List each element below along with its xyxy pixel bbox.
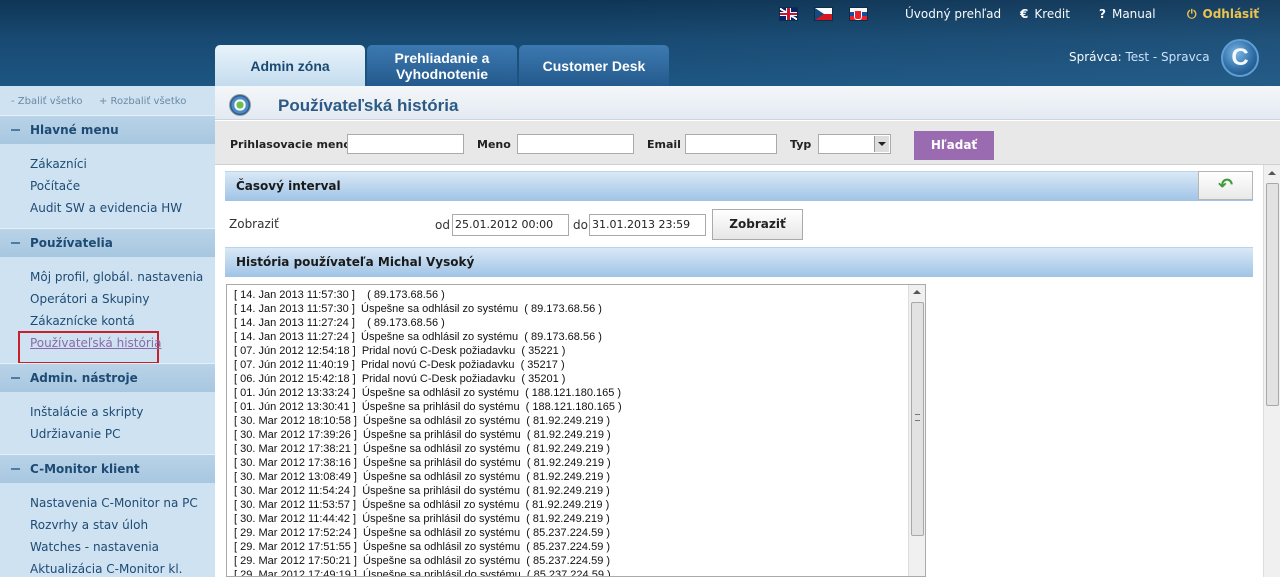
history-log-line: [ 14. Jan 2013 11:57:30 ] Úspešne sa odh… <box>234 303 602 315</box>
credit-link[interactable]: € Kredit <box>1020 7 1070 21</box>
sidebar-section-main-menu[interactable]: Hlavné menu <box>0 115 215 144</box>
home-overview-link[interactable]: Úvodný prehľad <box>905 7 1001 21</box>
type-label: Typ <box>790 138 812 151</box>
uk-flag-icon[interactable] <box>779 7 798 21</box>
sidebar-item-customer-accounts[interactable]: Zákaznícke kontá <box>30 314 135 328</box>
name-label: Meno <box>477 138 511 151</box>
date-from-input[interactable]: 25.01.2012 00:00 <box>452 214 569 236</box>
login-label: Prihlasovacie meno <box>230 138 351 151</box>
credit-label: Kredit <box>1034 7 1070 21</box>
time-interval-section: Časový interval <box>225 171 1253 201</box>
email-input[interactable] <box>685 134 777 154</box>
euro-icon: € <box>1020 7 1029 21</box>
login-input[interactable] <box>347 134 464 154</box>
history-log-line: [ 14. Jan 2013 11:57:30 ] ( 89.173.68.56… <box>234 289 445 301</box>
page-scrollbar[interactable] <box>1263 165 1280 577</box>
manual-label: Manual <box>1111 7 1156 21</box>
history-log-line: [ 30. Mar 2012 17:38:16 ] Úspešne sa pri… <box>234 457 611 469</box>
power-icon: ⏻ <box>1187 7 1197 21</box>
sidebar-item-computers[interactable]: Počítače <box>30 179 80 193</box>
sk-flag-icon[interactable] <box>849 7 868 21</box>
history-log-line: [ 14. Jan 2013 11:27:24 ] ( 89.173.68.56… <box>234 317 445 329</box>
main-content: Časový interval ↶ Zobraziť od 25.01.2012… <box>215 165 1280 577</box>
history-log-box[interactable]: [ 14. Jan 2013 11:57:30 ] ( 89.173.68.56… <box>226 284 926 577</box>
history-log-line: [ 30. Mar 2012 17:38:21 ] Úspešne sa odh… <box>234 443 611 455</box>
admin-user-label: Správca: Test - Spravca <box>1069 50 1210 64</box>
sidebar-section-admin-tools[interactable]: Admin. nástroje <box>0 363 215 392</box>
date-to-input[interactable]: 31.01.2013 23:59 <box>589 214 706 236</box>
page-header: Používateľská história <box>215 86 1280 120</box>
sidebar-section-cmonitor[interactable]: C-Monitor klient <box>0 454 215 483</box>
to-label: do <box>573 218 588 232</box>
sidebar-item-schedules[interactable]: Rozvrhy a stav úloh <box>30 518 148 532</box>
history-log-line: [ 30. Mar 2012 13:08:49 ] Úspešne sa odh… <box>234 471 611 483</box>
show-label: Zobraziť <box>229 217 279 231</box>
history-icon <box>229 94 251 116</box>
history-log-line: [ 30. Mar 2012 11:54:24 ] Úspešne sa pri… <box>234 485 610 497</box>
filter-bar: Prihlasovacie meno Meno Email Typ Hľadať <box>215 121 1280 165</box>
history-log-line: [ 29. Mar 2012 17:51:55 ] Úspešne sa odh… <box>234 541 611 553</box>
grip-icon <box>915 414 920 421</box>
sidebar-section-users[interactable]: Používatelia <box>0 228 215 257</box>
search-button[interactable]: Hľadať <box>914 131 994 160</box>
history-log-line: [ 30. Mar 2012 18:10:58 ] Úspešne sa odh… <box>234 415 611 427</box>
history-log-line: [ 29. Mar 2012 17:49:19 ] Úspešne sa pri… <box>234 569 611 577</box>
cz-flag-icon[interactable] <box>814 7 833 21</box>
top-header: Úvodný prehľad € Kredit ? Manual ⏻ Odhlásiť… <box>0 0 1280 86</box>
collapse-all-link[interactable]: - Zbaliť všetko <box>11 96 83 107</box>
history-log-line: [ 07. Jún 2012 12:54:18 ] Pridal novú C-… <box>234 345 566 357</box>
log-scroll-thumb[interactable] <box>911 302 924 536</box>
history-log-line: [ 06. Jún 2012 15:42:18 ] Pridal novú C-… <box>234 373 566 385</box>
history-log-line: [ 30. Mar 2012 11:44:42 ] Úspešne sa pri… <box>234 513 610 525</box>
sidebar-item-audit[interactable]: Audit SW a evidencia HW <box>30 201 182 215</box>
sidebar-item-profile[interactable]: Môj profil, globál. nastavenia <box>30 270 203 284</box>
page-scroll-thumb[interactable] <box>1266 183 1279 406</box>
show-button[interactable]: Zobraziť <box>712 209 803 240</box>
undo-arrow-icon: ↶ <box>1217 175 1234 196</box>
type-select[interactable] <box>818 134 891 154</box>
logout-label: Odhlásiť <box>1202 7 1260 21</box>
sidebar-item-operators[interactable]: Operátori a Skupiny <box>30 292 150 306</box>
history-log-line: [ 01. Jún 2012 13:33:24 ] Úspešne sa odh… <box>234 387 622 399</box>
sidebar-item-user-history[interactable]: Používateľská história <box>30 336 161 350</box>
sidebar-item-cmonitor-update[interactable]: Aktualizácia C-Monitor kl. <box>30 562 182 576</box>
sidebar-item-cmonitor-settings[interactable]: Nastavenia C-Monitor na PC <box>30 496 198 510</box>
history-log-lines: [ 14. Jan 2013 11:57:30 ] ( 89.173.68.56… <box>234 288 622 577</box>
scroll-up-icon[interactable] <box>1268 171 1276 175</box>
company-logo: C <box>1221 39 1259 77</box>
sidebar-item-watches[interactable]: Watches - nastavenia <box>30 540 159 554</box>
sidebar: - Zbaliť všetko + Rozbaliť všetko Hlavné… <box>0 86 215 577</box>
sidebar-item-installations[interactable]: Inštalácie a skripty <box>30 405 143 419</box>
log-scrollbar[interactable] <box>908 285 925 576</box>
admin-name[interactable]: Test - Spravca <box>1125 50 1209 64</box>
name-input[interactable] <box>517 134 634 154</box>
from-label: od <box>435 218 450 232</box>
sidebar-item-pc-maintenance[interactable]: Udržiavanie PC <box>30 427 121 441</box>
history-log-line: [ 14. Jan 2013 11:27:24 ] Úspešne sa odh… <box>234 331 602 343</box>
logout-link[interactable]: ⏻ Odhlásiť <box>1187 7 1259 22</box>
history-log-line: [ 30. Mar 2012 17:39:26 ] Úspešne sa pri… <box>234 429 611 441</box>
admin-prefix: Správca: <box>1069 50 1122 64</box>
history-log-line: [ 30. Mar 2012 11:53:57 ] Úspešne sa odh… <box>234 499 610 511</box>
history-log-line: [ 29. Mar 2012 17:52:24 ] Úspešne sa odh… <box>234 527 611 539</box>
back-button[interactable]: ↶ <box>1198 171 1253 200</box>
history-log-line: [ 07. Jún 2012 11:40:19 ] Pridal novú C-… <box>234 359 565 371</box>
manual-link[interactable]: ? Manual <box>1099 7 1156 21</box>
history-log-line: [ 29. Mar 2012 17:50:21 ] Úspešne sa odh… <box>234 555 611 567</box>
tab-review-label: Prehliadanie a Vyhodnotenie <box>394 49 490 82</box>
tab-review-evaluation[interactable]: Prehliadanie a Vyhodnotenie <box>367 45 517 86</box>
tab-admin-zone[interactable]: Admin zóna <box>215 45 365 86</box>
scroll-up-icon[interactable] <box>913 290 921 294</box>
sidebar-item-customers[interactable]: Zákazníci <box>30 157 87 171</box>
history-log-line: [ 01. Jún 2012 13:30:41 ] Úspešne sa pri… <box>234 401 622 413</box>
email-label: Email <box>647 138 681 151</box>
help-icon: ? <box>1099 7 1106 21</box>
expand-all-link[interactable]: + Rozbaliť všetko <box>99 96 186 107</box>
user-history-section: História používateľa Michal Vysoký <box>225 247 1253 277</box>
tab-customer-desk[interactable]: Customer Desk <box>519 45 669 86</box>
page-title: Používateľská história <box>278 96 459 115</box>
